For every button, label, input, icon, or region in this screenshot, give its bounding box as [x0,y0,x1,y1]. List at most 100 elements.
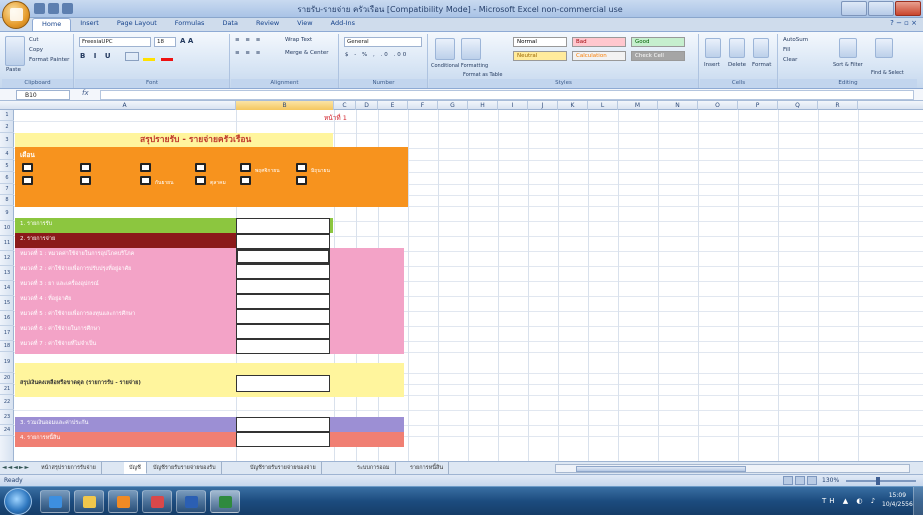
column-header-g[interactable]: G [438,101,468,110]
sheet-tab-active[interactable]: บัญชี [124,462,147,474]
sheet-nav-arrows-icon[interactable]: ◄◄◄►► [2,464,30,471]
column-header-o[interactable]: O [698,101,738,110]
row-header[interactable]: 9 [0,206,14,221]
ie-icon[interactable] [40,490,70,513]
row-header[interactable]: 13 [0,266,14,281]
tab-insert[interactable]: Insert [71,18,108,32]
find-select-button[interactable] [875,38,893,58]
category-input[interactable] [236,264,330,279]
month-checkbox[interactable] [22,163,33,172]
name-box[interactable]: B10 [16,90,70,100]
row-header[interactable]: 24 [0,425,14,436]
tab-page-layout[interactable]: Page Layout [108,18,166,32]
row-header[interactable]: 17 [0,326,14,341]
category-input[interactable] [236,339,330,354]
borders-icon[interactable] [125,52,139,61]
merge-center-button[interactable]: Merge & Center [285,50,328,56]
category-input[interactable] [236,324,330,339]
media-player-icon[interactable] [108,490,138,513]
clock[interactable]: 15:09 10/4/2556 [882,491,913,509]
category-input[interactable] [236,294,330,309]
row-header[interactable]: 23 [0,410,14,425]
normal-view-icon[interactable] [783,476,793,485]
sheet-tab[interactable]: บัญชีรายรับรายจ่ายของรับ [148,462,222,474]
month-checkbox[interactable] [140,176,151,185]
month-checkbox[interactable] [296,163,307,172]
tray-icons[interactable]: TH ▲ ◐ ♪ [822,497,878,505]
horizontal-scrollbar[interactable] [555,464,910,473]
column-header-k[interactable]: K [558,101,588,110]
paste-button[interactable] [5,36,25,66]
month-checkbox[interactable] [240,163,251,172]
column-header-m[interactable]: M [618,101,658,110]
sort-filter-button[interactable] [839,38,857,58]
insert-cells-button[interactable] [705,38,721,58]
sheet-tab[interactable]: หน้าสรุปรายการรับจ่าย [36,462,102,474]
excel-icon[interactable] [210,490,240,513]
style-neutral[interactable]: Neutral [513,51,567,61]
font-color-icon[interactable] [161,58,173,61]
close-button[interactable] [895,1,921,16]
row-header[interactable]: 20 [0,373,14,384]
row-header[interactable]: 21 [0,384,14,395]
grow-font-icon[interactable]: A A [180,37,193,45]
row-header[interactable]: 12 [0,251,14,266]
sheet-tab[interactable]: ระบบการออม [352,462,396,474]
zoom-level[interactable]: 130% [822,477,839,484]
scrollbar-thumb[interactable] [576,466,746,472]
row-header[interactable]: 11 [0,236,14,251]
minimize-button[interactable] [841,1,867,16]
column-header-l[interactable]: L [588,101,618,110]
row-header[interactable]: 7 [0,184,14,195]
sheet-tab[interactable]: บัญชีรายรับรายจ่ายของจ่าย [245,462,322,474]
help-icon[interactable]: ? − ▫ × [890,19,917,27]
column-header-i[interactable]: I [498,101,528,110]
word-icon[interactable] [176,490,206,513]
save-icon[interactable] [34,3,45,14]
column-header-h[interactable]: H [468,101,498,110]
formula-input[interactable] [100,90,914,100]
copy-button[interactable]: Copy [29,47,43,53]
format-as-table-button[interactable] [461,38,481,60]
tab-formulas[interactable]: Formulas [166,18,214,32]
column-header-a[interactable]: A [14,101,236,110]
column-header-b[interactable]: B [236,101,334,110]
function-icon[interactable]: fx [82,89,89,97]
column-header-q[interactable]: Q [778,101,818,110]
cut-button[interactable]: Cut [29,37,38,43]
row-header[interactable]: 5 [0,160,14,172]
folder-icon[interactable] [74,490,104,513]
tab-home[interactable]: Home [32,18,72,32]
page-break-view-icon[interactable] [807,476,817,485]
row-header[interactable]: 3 [0,133,14,148]
format-cells-button[interactable] [753,38,769,58]
maximize-button[interactable] [868,1,894,16]
month-checkbox[interactable] [195,176,206,185]
column-header-f[interactable]: F [408,101,438,110]
income-input[interactable] [236,218,330,234]
month-checkbox[interactable] [80,163,91,172]
zoom-slider-handle[interactable] [876,477,880,485]
sheet-tab[interactable]: รายการหนี้สิน [405,462,450,474]
fill-color-icon[interactable] [143,58,155,61]
month-checkbox[interactable] [195,163,206,172]
column-header-d[interactable]: D [356,101,378,110]
office-button[interactable] [2,1,30,29]
row-header[interactable]: 16 [0,311,14,326]
undo-icon[interactable] [48,3,59,14]
clear-button[interactable]: Clear [783,57,797,63]
font-size-select[interactable]: 18 [154,37,176,47]
autosum-button[interactable]: AutoSum [783,37,808,43]
column-header-e[interactable]: E [378,101,408,110]
row-header[interactable]: 1 [0,110,14,121]
summary-input[interactable] [236,375,330,392]
tab-review[interactable]: Review [247,18,288,32]
redo-icon[interactable] [62,3,73,14]
month-checkbox[interactable] [80,176,91,185]
row-header[interactable]: 22 [0,395,14,410]
column-header-r[interactable]: R [818,101,858,110]
format-painter-button[interactable]: Format Painter [29,57,69,63]
row-header[interactable]: 4 [0,148,14,160]
worksheet-grid[interactable]: ABCDEFGHIJKLMNOPQR 1 2 3 4 5 6 7 8 9 10 11 12 13 14 15… [0,101,923,461]
column-header-j[interactable]: J [528,101,558,110]
